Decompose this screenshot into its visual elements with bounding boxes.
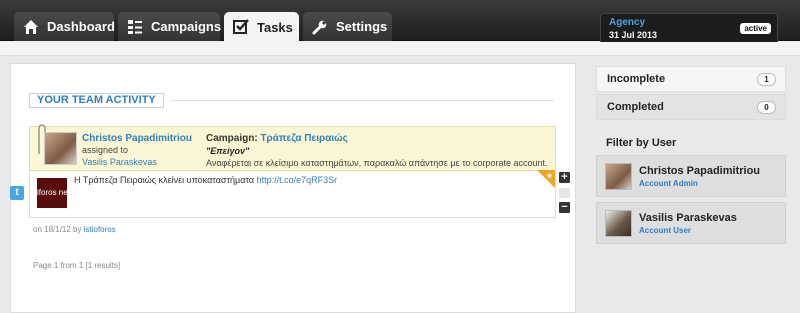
pagination-info: Page 1 from 1 [1 results] (33, 261, 121, 270)
user-role: Account User (639, 226, 692, 235)
avatar (44, 132, 77, 165)
filter-incomplete[interactable]: Incomplete 1 (596, 66, 786, 92)
scroll-handle[interactable] (559, 188, 570, 198)
filter-by-user-title: Filter by User (606, 137, 677, 149)
count-badge: 1 (757, 73, 776, 86)
post-link[interactable]: http://t.co/e7qRF3Sr (257, 175, 338, 185)
tab-campaigns[interactable]: Campaigns (118, 12, 222, 41)
user-role: Account Admin (639, 179, 698, 188)
star-icon[interactable] (537, 170, 555, 188)
checkbox-icon (232, 18, 250, 36)
tab-label: Dashboard (47, 19, 115, 34)
filter-label: Incomplete (607, 73, 666, 85)
user-name: Vasilis Paraskevas (639, 212, 737, 224)
post-text: Η Τράπεζα Πειραιώς κλείνει υποκαταστήματ… (74, 175, 337, 185)
task-assignee-link[interactable]: Vasilis Paraskevas (82, 157, 157, 167)
wrench-icon (311, 18, 329, 36)
avatar (605, 163, 632, 190)
twitter-icon: t (10, 186, 24, 200)
list-icon (126, 18, 144, 36)
task-priority: "Επείγον" (206, 146, 250, 156)
status-badge: active (740, 23, 771, 34)
expand-button[interactable]: + (559, 172, 570, 183)
campaign-label: Campaign: (206, 133, 258, 144)
task-card[interactable]: Christos Papadimitriou assigned to Vasil… (29, 124, 556, 171)
tab-label: Campaigns (151, 19, 222, 34)
filter-label: Completed (607, 101, 664, 113)
agency-name[interactable]: Agency (609, 17, 645, 28)
post-thumbnail: iforos ne (37, 178, 67, 208)
user-filter-item[interactable]: Christos Papadimitriou Account Admin (596, 155, 786, 197)
tab-label: Tasks (257, 19, 293, 35)
tab-tasks[interactable]: Tasks (224, 12, 299, 42)
post-meta: on 18/1/12 by istioforos (33, 225, 116, 234)
user-filter-item[interactable]: Vasilis Paraskevas Account User (596, 202, 786, 244)
divider (171, 100, 554, 101)
task-assigner-link[interactable]: Christos Papadimitriou (82, 133, 192, 144)
author-link[interactable]: istioforos (84, 225, 116, 234)
campaign-row: Campaign: Τράπεζα Πειραιώς (206, 133, 348, 144)
social-post[interactable]: iforos ne Η Τράπεζα Πειραιώς κλείνει υπο… (29, 170, 556, 218)
home-icon (22, 18, 40, 36)
count-badge: 0 (757, 101, 776, 114)
section-title: YOUR TEAM ACTIVITY (29, 93, 164, 108)
user-name: Christos Papadimitriou (639, 165, 761, 177)
activity-panel: YOUR TEAM ACTIVITY Christos Papadimitrio… (10, 63, 576, 313)
agency-date: 31 Jul 2013 (609, 30, 658, 40)
post-message: Η Τράπεζα Πειραιώς κλείνει υποκαταστήματ… (74, 175, 255, 185)
meta-prefix: on 18/1/12 by (33, 225, 82, 234)
tab-label: Settings (336, 19, 388, 34)
top-nav-bar: Dashboard Campaigns Tasks Settings Agenc… (0, 0, 800, 42)
tab-dashboard[interactable]: Dashboard (14, 12, 115, 41)
avatar (605, 210, 632, 237)
assigned-label: assigned to (82, 145, 129, 155)
collapse-button[interactable]: − (559, 202, 570, 213)
sub-nav-strip (0, 42, 800, 56)
agency-panel[interactable]: Agency 31 Jul 2013 active (600, 13, 778, 42)
campaign-link[interactable]: Τράπεζα Πειραιώς (260, 133, 347, 144)
task-note: Αναφέρεται σε κλείσιμο καταστημάτων, παρ… (206, 158, 548, 168)
tab-settings[interactable]: Settings (303, 12, 392, 41)
filter-completed[interactable]: Completed 0 (596, 94, 786, 120)
